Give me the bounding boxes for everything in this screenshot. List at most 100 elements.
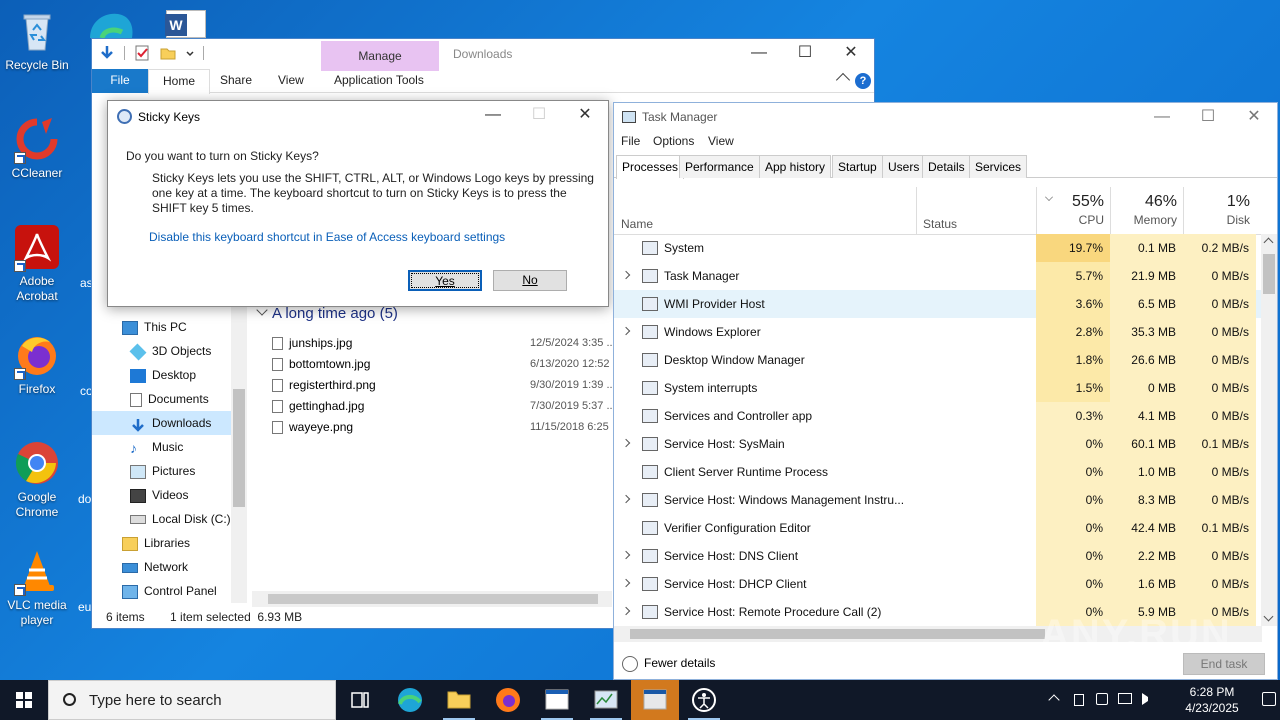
process-row[interactable]: System interrupts 1.5% 0 MB 0 MB/s xyxy=(614,374,1262,402)
process-row[interactable]: Desktop Window Manager 1.8% 26.6 MB 0 MB/s xyxy=(614,346,1262,374)
file-row[interactable]: registerthird.png 9/30/2019 1:39 ... xyxy=(272,375,622,395)
network-icon[interactable] xyxy=(1118,693,1132,704)
nav-item-local-disk[interactable]: Local Disk (C:) xyxy=(130,507,270,531)
process-row[interactable]: WMI Provider Host 3.6% 6.5 MB 0 MB/s xyxy=(614,290,1262,318)
disable-shortcut-link[interactable]: Disable this keyboard shortcut in Ease o… xyxy=(149,230,505,244)
taskbar-task-manager[interactable] xyxy=(582,680,630,720)
nav-item-3d-objects[interactable]: 3D Objects xyxy=(129,339,270,363)
no-button[interactable]: No xyxy=(493,270,567,291)
scrollbar-thumb[interactable] xyxy=(268,594,598,604)
new-folder-icon[interactable] xyxy=(159,44,177,62)
nav-item-music[interactable]: ♪ Music xyxy=(130,435,270,459)
volume-icon[interactable] xyxy=(1142,693,1152,705)
process-row[interactable]: Client Server Runtime Process 0% 1.0 MB 0 M… xyxy=(614,458,1262,486)
yes-button[interactable]: Yes xyxy=(408,270,482,291)
menu-options[interactable]: Options xyxy=(653,134,694,148)
tab-details[interactable]: Details xyxy=(922,155,971,178)
process-row[interactable]: Services and Controller app 0.3% 4.1 MB 0 M… xyxy=(614,402,1262,430)
chevron-right-icon[interactable] xyxy=(621,270,631,280)
column-status[interactable]: Status xyxy=(916,187,1036,235)
scrollbar-thumb[interactable] xyxy=(630,629,1045,639)
tab-application-tools[interactable]: Application Tools xyxy=(320,69,438,93)
task-view-button[interactable] xyxy=(336,680,384,720)
taskbar-active-window[interactable] xyxy=(631,680,679,720)
column-name[interactable]: Name xyxy=(614,187,916,235)
desktop-icon-vlc[interactable]: VLC media player xyxy=(0,548,74,628)
taskbar-ease-of-access[interactable] xyxy=(680,680,728,720)
scroll-up-icon[interactable] xyxy=(1263,237,1274,248)
process-row[interactable]: Windows Explorer 2.8% 35.3 MB 0 MB/s xyxy=(614,318,1262,346)
desktop-icon-word-partial[interactable]: W xyxy=(165,10,206,38)
process-row[interactable]: Verifier Configuration Editor 0% 42.4 MB 0.… xyxy=(614,514,1262,542)
down-arrow-icon[interactable] xyxy=(98,44,116,62)
clock[interactable]: 6:28 PM 4/23/2025 xyxy=(1172,684,1252,716)
properties-icon[interactable] xyxy=(133,44,151,62)
chevron-right-icon[interactable] xyxy=(621,550,631,560)
tab-services[interactable]: Services xyxy=(969,155,1028,178)
process-row[interactable]: Service Host: DHCP Client 0% 1.6 MB 0 MB/s xyxy=(614,570,1262,598)
close-button[interactable]: ✕ xyxy=(562,101,608,131)
file-row[interactable]: bottomtown.jpg 6/13/2020 12:52 xyxy=(272,354,622,374)
column-disk[interactable]: 1% Disk xyxy=(1183,187,1256,235)
desktop-icon-firefox[interactable]: Firefox xyxy=(0,332,74,397)
menu-file[interactable]: File xyxy=(621,134,640,148)
tab-app-history[interactable]: App history xyxy=(759,155,832,178)
start-button[interactable] xyxy=(0,680,48,720)
help-icon[interactable]: ? xyxy=(855,73,871,89)
chevron-up-icon[interactable] xyxy=(1048,694,1060,706)
nav-item-videos[interactable]: Videos xyxy=(130,483,270,507)
file-row[interactable]: junships.jpg 12/5/2024 3:35 ... xyxy=(272,333,622,353)
nav-scrollbar[interactable] xyxy=(231,301,247,603)
scrollbar-thumb[interactable] xyxy=(1263,254,1275,294)
chevron-right-icon[interactable] xyxy=(621,606,631,616)
tab-users[interactable]: Users xyxy=(882,155,926,178)
nav-item-downloads[interactable]: Downloads xyxy=(92,411,231,435)
taskbar-file-explorer[interactable] xyxy=(435,680,483,720)
taskbar-firefox[interactable] xyxy=(484,680,532,720)
process-row[interactable]: Task Manager 5.7% 21.9 MB 0 MB/s xyxy=(614,262,1262,290)
device-icon[interactable] xyxy=(1096,693,1108,705)
taskbar-search[interactable]: Type here to search xyxy=(48,680,336,720)
desktop-icon-chrome[interactable]: Google Chrome xyxy=(0,440,74,520)
scroll-down-icon[interactable] xyxy=(1263,611,1274,622)
file-row[interactable]: wayeye.png 11/15/2018 6:25 xyxy=(272,417,622,437)
desktop-icon-ccleaner[interactable]: CCleaner xyxy=(0,116,74,181)
battery-icon[interactable] xyxy=(1074,694,1084,706)
taskbar-edge[interactable] xyxy=(386,680,434,720)
tab-share[interactable]: Share xyxy=(206,69,266,93)
tab-processes[interactable]: Processes xyxy=(616,155,685,179)
close-button[interactable]: ✕ xyxy=(828,39,874,69)
desktop-icon-adobe-acrobat[interactable]: Adobe Acrobat xyxy=(0,224,74,304)
process-row[interactable]: Service Host: Windows Management Instru.… xyxy=(614,486,1262,514)
group-header[interactable]: A long time ago (5) xyxy=(256,304,398,322)
taskbar-app-window[interactable] xyxy=(533,680,581,720)
nav-item-pictures[interactable]: Pictures xyxy=(130,459,270,483)
nav-item-desktop[interactable]: Desktop xyxy=(130,363,270,387)
desktop-icon-recycle-bin[interactable]: Recycle Bin xyxy=(0,8,74,73)
chevron-right-icon[interactable] xyxy=(621,326,631,336)
maximize-button[interactable]: ☐ xyxy=(1185,103,1231,131)
file-row[interactable]: gettinghad.jpg 7/30/2019 5:37 ... xyxy=(272,396,622,416)
notifications-icon[interactable] xyxy=(1262,692,1276,706)
process-row[interactable]: Service Host: DNS Client 0% 2.2 MB 0 MB/s xyxy=(614,542,1262,570)
process-row[interactable]: Service Host: SysMain 0% 60.1 MB 0.1 MB/s xyxy=(614,430,1262,458)
nav-item-documents[interactable]: Documents xyxy=(130,387,270,411)
fewer-details-button[interactable]: Fewer details xyxy=(622,656,715,672)
minimize-button[interactable]: — xyxy=(1139,103,1185,131)
maximize-button[interactable]: ☐ xyxy=(782,39,828,69)
horizontal-scrollbar[interactable] xyxy=(252,591,612,607)
menu-view[interactable]: View xyxy=(708,134,734,148)
process-row[interactable]: System 19.7% 0.1 MB 0.2 MB/s xyxy=(614,234,1262,262)
desktop-icon-edge-partial[interactable] xyxy=(88,8,136,39)
tab-startup[interactable]: Startup xyxy=(832,155,883,178)
tab-file[interactable]: File xyxy=(92,69,148,93)
tab-performance[interactable]: Performance xyxy=(679,155,760,178)
manage-tab[interactable]: Manage xyxy=(321,41,439,71)
chevron-down-icon[interactable] xyxy=(185,44,195,62)
vertical-scrollbar[interactable] xyxy=(1261,234,1277,626)
close-button[interactable]: ✕ xyxy=(1231,103,1277,131)
chevron-up-icon[interactable] xyxy=(835,72,851,88)
tab-home[interactable]: Home xyxy=(148,69,211,94)
chevron-right-icon[interactable] xyxy=(621,494,631,504)
tab-view[interactable]: View xyxy=(264,69,318,93)
